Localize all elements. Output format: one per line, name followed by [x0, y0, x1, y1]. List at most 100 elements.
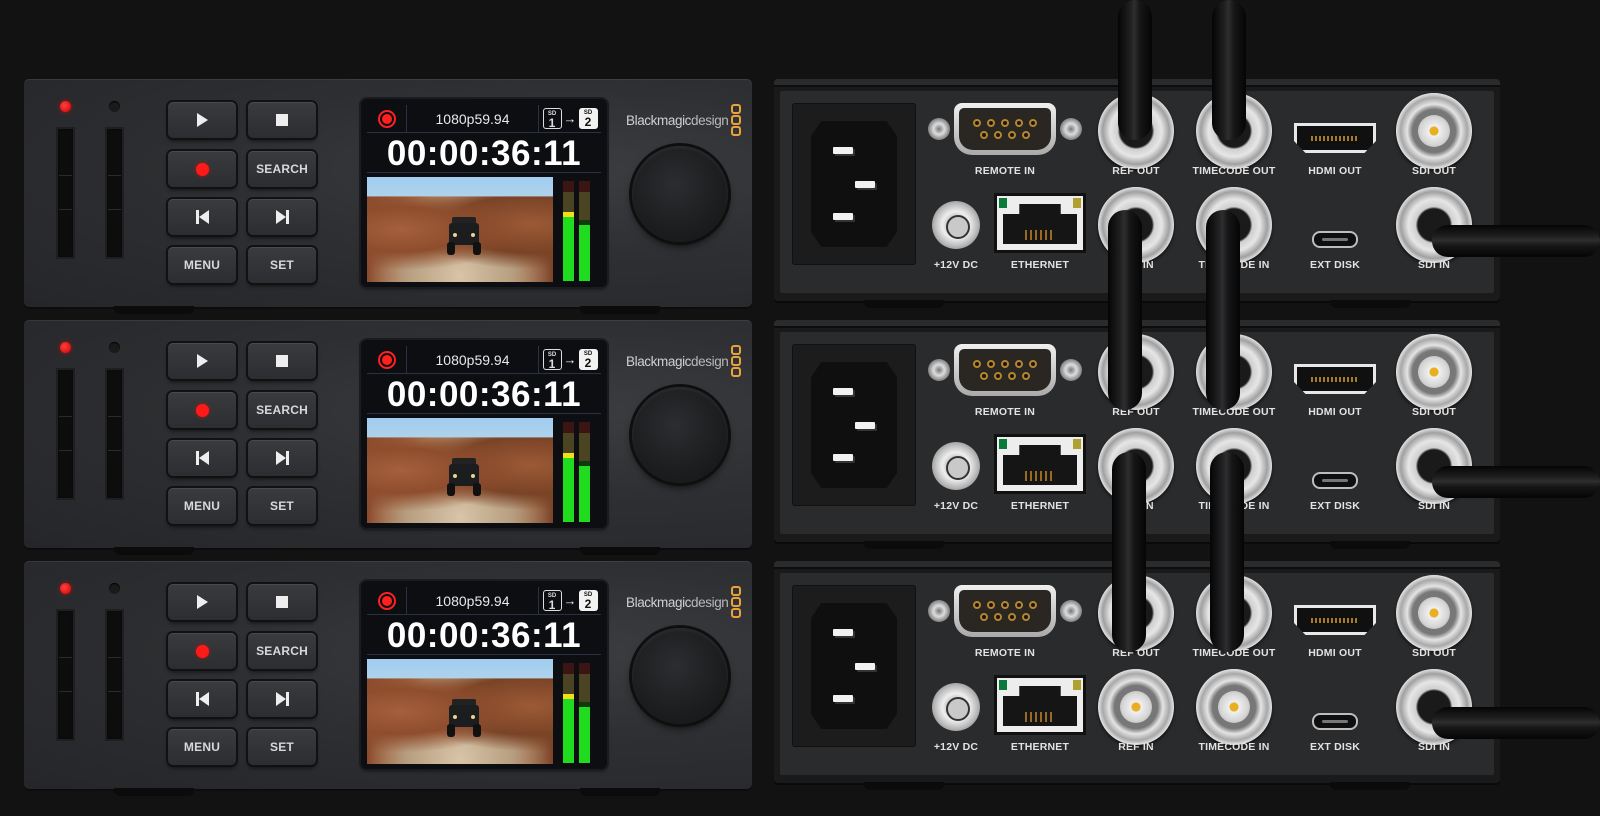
- stop-icon: [276, 355, 288, 367]
- sdi-out-port[interactable]: [1396, 575, 1472, 651]
- remote-in-port[interactable]: [928, 101, 1082, 159]
- skip-forward-button[interactable]: [248, 681, 316, 717]
- ethernet-port[interactable]: [994, 434, 1086, 494]
- audio-meter-right: [579, 663, 590, 763]
- search-label: SEARCH: [256, 162, 308, 176]
- menu-button[interactable]: MENU: [168, 247, 236, 283]
- dc-in-label: +12V DC: [933, 500, 979, 512]
- hdmi-out-port[interactable]: [1294, 364, 1376, 394]
- hdmi-out-port[interactable]: [1294, 605, 1376, 635]
- sd-card-slot-2[interactable]: [105, 609, 124, 741]
- skip-forward-button[interactable]: [248, 440, 316, 476]
- timecode-in-port[interactable]: [1196, 669, 1272, 745]
- stop-icon: [276, 114, 288, 126]
- jeep-image: [447, 699, 481, 739]
- search-label: SEARCH: [256, 403, 308, 417]
- skip-forward-icon: [275, 692, 289, 706]
- set-button[interactable]: SET: [248, 729, 316, 765]
- hdmi-out-label: HDMI OUT: [1308, 647, 1362, 659]
- timecode-out-label: TIMECODE OUT: [1192, 165, 1276, 177]
- slot-1-led: [60, 101, 71, 112]
- menu-button[interactable]: MENU: [168, 729, 236, 765]
- iec-power-inlet[interactable]: [792, 344, 916, 506]
- record-button[interactable]: [168, 392, 236, 428]
- remote-in-port[interactable]: [928, 342, 1082, 400]
- ethernet-port[interactable]: [994, 193, 1086, 253]
- sd-card-slot-2[interactable]: [105, 127, 124, 259]
- search-button[interactable]: SEARCH: [248, 633, 316, 669]
- stop-button[interactable]: [248, 584, 316, 620]
- dc-power-port[interactable]: [932, 683, 980, 731]
- lcd-status-bar: 1080p59.94 SD 1 → SD 2: [367, 587, 601, 615]
- search-button[interactable]: SEARCH: [248, 151, 316, 187]
- stop-button[interactable]: [248, 343, 316, 379]
- play-icon: [196, 354, 208, 368]
- ext-disk-usb-c-port[interactable]: [1312, 231, 1358, 248]
- lcd-screen: 1080p59.94 SD 1 → SD 2 00:00:36:11: [361, 340, 607, 528]
- ethernet-label: ETHERNET: [1010, 741, 1070, 753]
- set-button[interactable]: SET: [248, 488, 316, 524]
- play-button[interactable]: [168, 343, 236, 379]
- logo-mark-icon: [731, 104, 742, 136]
- ref-loop-cable-2: [1112, 452, 1146, 652]
- audio-meters: [559, 422, 601, 522]
- skip-back-button[interactable]: [168, 440, 236, 476]
- slot-2-led: [109, 101, 120, 112]
- sd-card-slot-2[interactable]: [105, 368, 124, 500]
- remote-in-port[interactable]: [928, 583, 1082, 641]
- ethernet-port[interactable]: [994, 675, 1086, 735]
- record-icon: [195, 403, 209, 417]
- iec-power-inlet-icon: [811, 362, 897, 488]
- ref-in-port[interactable]: [1098, 669, 1174, 745]
- menu-label: MENU: [183, 258, 221, 272]
- audio-meter-right: [579, 181, 590, 281]
- search-dial-knob[interactable]: [632, 387, 728, 483]
- play-icon: [196, 595, 208, 609]
- record-button[interactable]: [168, 633, 236, 669]
- record-button[interactable]: [168, 151, 236, 187]
- search-button[interactable]: SEARCH: [248, 392, 316, 428]
- skip-back-button[interactable]: [168, 199, 236, 235]
- blackmagic-logo: Blackmagicdesign: [626, 345, 742, 377]
- front-panel-unit-3: SEARCH MENU SET 1080p59.94 SD 1 → SD 2 00:…: [24, 561, 752, 796]
- play-button[interactable]: [168, 102, 236, 138]
- sd-2-icon: SD 2: [578, 349, 598, 370]
- ext-disk-usb-c-port[interactable]: [1312, 713, 1358, 730]
- search-dial-knob[interactable]: [632, 146, 728, 242]
- sdi-out-port[interactable]: [1396, 334, 1472, 410]
- video-format: 1080p59.94: [407, 587, 539, 614]
- sd-card-slot-1[interactable]: [56, 368, 75, 500]
- sdi-out-label: SDI OUT: [1412, 165, 1456, 177]
- sd-card-span-indicator: SD 1 → SD 2: [539, 587, 601, 614]
- remote-in-label: REMOTE IN: [974, 406, 1036, 418]
- menu-button[interactable]: MENU: [168, 488, 236, 524]
- play-button[interactable]: [168, 584, 236, 620]
- stop-button[interactable]: [248, 102, 316, 138]
- set-label: SET: [270, 740, 294, 754]
- sd-card-slot-1[interactable]: [56, 609, 75, 741]
- iec-power-inlet[interactable]: [792, 585, 916, 747]
- iec-power-inlet[interactable]: [792, 103, 916, 265]
- dc-power-port[interactable]: [932, 201, 980, 249]
- record-icon: [195, 644, 209, 658]
- blackmagic-logo: Blackmagicdesign: [626, 586, 742, 618]
- set-label: SET: [270, 258, 294, 272]
- skip-back-icon: [195, 692, 209, 706]
- sd-card-slot-1[interactable]: [56, 127, 75, 259]
- skip-back-button[interactable]: [168, 681, 236, 717]
- sd-card-span-indicator: SD 1 → SD 2: [539, 346, 601, 373]
- hdmi-out-port[interactable]: [1294, 123, 1376, 153]
- dc-power-port[interactable]: [932, 442, 980, 490]
- db9-connector-icon: [959, 590, 1051, 632]
- search-dial-knob[interactable]: [632, 628, 728, 724]
- play-icon: [196, 113, 208, 127]
- ext-disk-usb-c-port[interactable]: [1312, 472, 1358, 489]
- set-button[interactable]: SET: [248, 247, 316, 283]
- iec-power-inlet-icon: [811, 603, 897, 729]
- sdi-out-port[interactable]: [1396, 93, 1472, 169]
- skip-forward-button[interactable]: [248, 199, 316, 235]
- menu-label: MENU: [183, 499, 221, 513]
- sdi-in-cable-2: [1432, 466, 1600, 498]
- hdmi-out-label: HDMI OUT: [1308, 406, 1362, 418]
- sd-2-icon: SD 2: [578, 590, 598, 611]
